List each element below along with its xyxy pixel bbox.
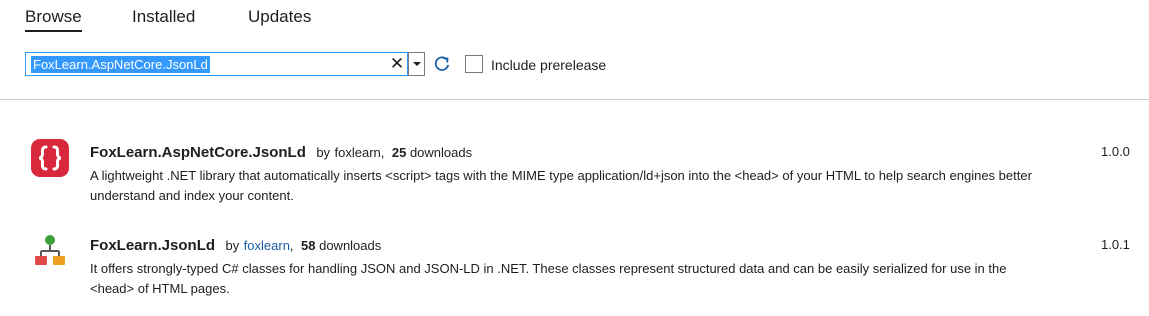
include-prerelease-label: Include prerelease	[491, 57, 607, 73]
downloads-label: downloads	[409, 145, 473, 160]
include-prerelease-checkbox[interactable]	[465, 55, 483, 73]
package-separator: ,	[289, 238, 294, 253]
package-name: FoxLearn.JsonLd	[90, 237, 216, 254]
package-author-link[interactable]: foxlearn	[244, 238, 290, 253]
package-item[interactable]: FoxLearn.AspNetCore.JsonLd by foxlearn, …	[0, 138, 1149, 208]
package-item[interactable]: FoxLearn.JsonLd by foxlearn, 58 download…	[0, 231, 1149, 301]
package-manager-browse: Browse Installed Updates FoxLearn.AspNet…	[0, 0, 1149, 316]
package-by: by	[225, 238, 240, 253]
downloads-count: 25	[391, 145, 407, 160]
package-separator: ,	[380, 145, 385, 160]
package-by: by	[316, 145, 331, 160]
package-description: A lightweight .NET library that automati…	[90, 168, 1032, 203]
json-braces-icon	[30, 138, 70, 178]
search-box[interactable]: FoxLearn.AspNetCore.JsonLd	[25, 52, 408, 76]
package-version: 1.0.1	[1101, 237, 1130, 252]
package-description: It offers strongly-typed C# classes for …	[90, 261, 1007, 296]
downloads-count: 58	[301, 238, 316, 253]
package-downloads: 58 downloads	[301, 238, 381, 253]
refresh-icon	[434, 56, 450, 71]
tab-bar: Browse Installed Updates	[0, 0, 1149, 40]
selected-tab-indicator	[25, 30, 82, 32]
downloads-label: downloads	[319, 238, 382, 253]
search-input[interactable]: FoxLearn.AspNetCore.JsonLd	[31, 56, 210, 73]
divider	[0, 99, 1149, 100]
package-downloads: 25 downloads	[392, 145, 472, 160]
search-history-dropdown[interactable]	[408, 52, 425, 76]
hierarchy-tree-icon	[30, 231, 70, 271]
refresh-button[interactable]	[432, 54, 452, 74]
package-author: foxlearn	[334, 145, 381, 160]
package-header: FoxLearn.JsonLd by foxlearn, 58 download…	[90, 237, 381, 255]
package-name: FoxLearn.AspNetCore.JsonLd	[90, 144, 306, 161]
tab-updates[interactable]: Updates	[248, 7, 311, 27]
chevron-down-icon	[413, 62, 421, 66]
tab-browse[interactable]: Browse	[25, 7, 82, 27]
package-header: FoxLearn.AspNetCore.JsonLd by foxlearn, …	[90, 144, 472, 162]
clear-search-button[interactable]: ✕	[389, 54, 405, 74]
tab-installed[interactable]: Installed	[132, 7, 195, 27]
package-version: 1.0.0	[1101, 144, 1130, 159]
